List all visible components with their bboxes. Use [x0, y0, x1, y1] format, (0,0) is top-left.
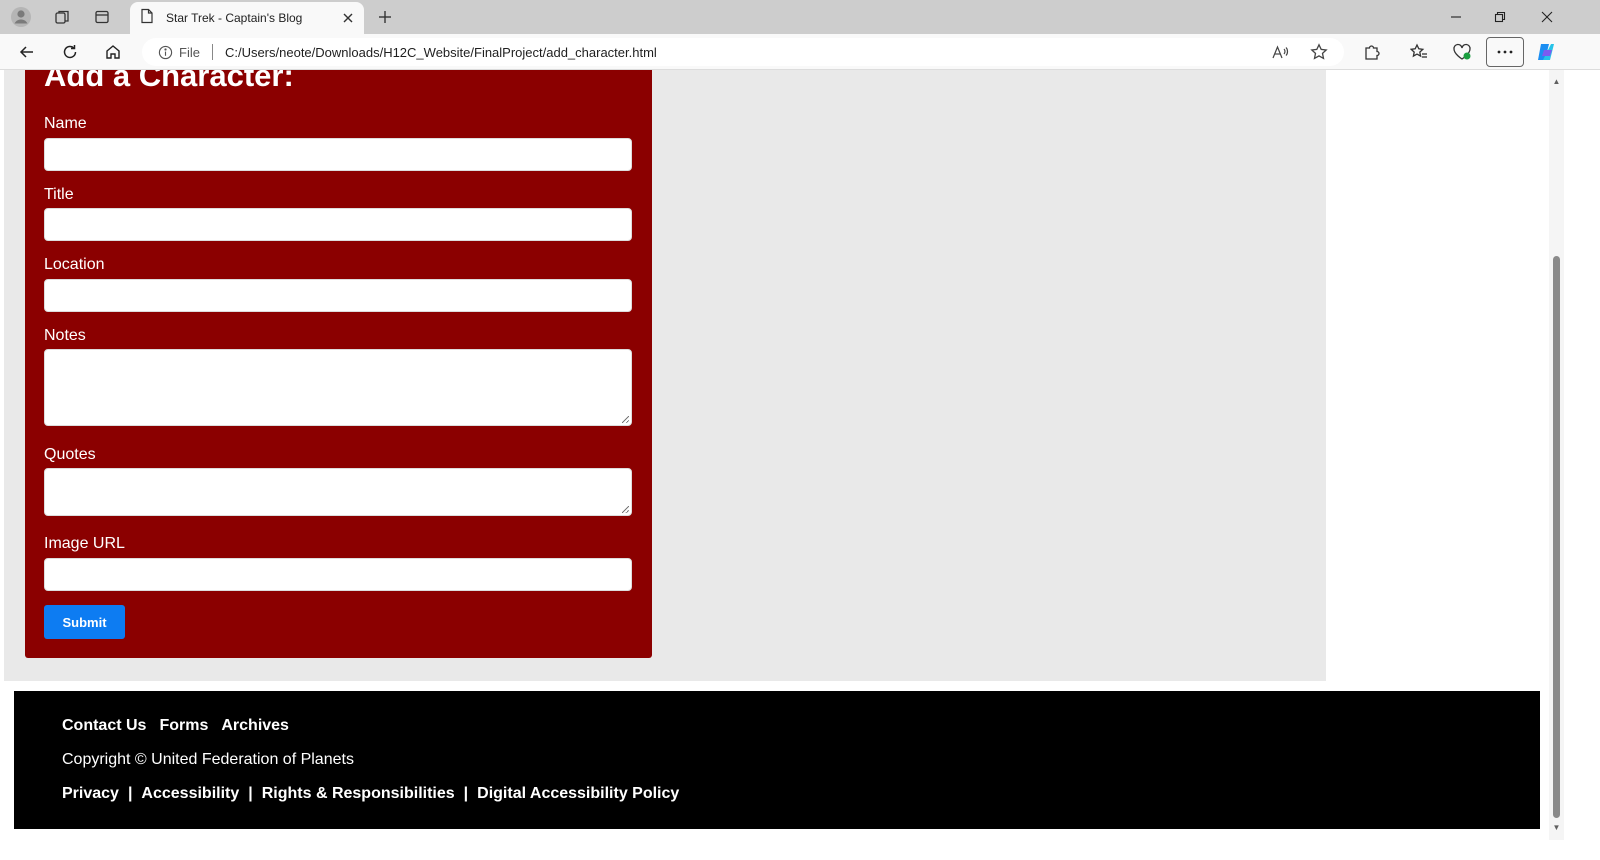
read-aloud-icon[interactable]	[1268, 40, 1292, 64]
browser-toolbar: File C:/Users/neote/Downloads/H12C_Websi…	[0, 34, 1600, 70]
title-label: Title	[44, 186, 74, 203]
quotes-textarea[interactable]	[44, 468, 632, 516]
more-options-icon[interactable]	[1486, 37, 1524, 67]
active-tab[interactable]: Star Trek - Captain's Blog	[130, 2, 364, 34]
policy-separator: |	[248, 785, 253, 802]
policy-links: Privacy | Accessibility | Rights & Respo…	[62, 785, 679, 803]
favorites-icon[interactable]	[1406, 40, 1432, 64]
footer-link-forms[interactable]: Forms	[159, 717, 208, 735]
add-character-form: Add a Character: Name Title Location Not…	[25, 70, 652, 658]
quotes-label: Quotes	[44, 446, 96, 463]
copyright-text: Copyright © United Federation of Planets	[62, 751, 354, 768]
url-text[interactable]: C:/Users/neote/Downloads/H12C_Website/Fi…	[225, 45, 657, 60]
notes-textarea[interactable]	[44, 349, 632, 426]
home-icon[interactable]	[100, 40, 126, 64]
profile-icon[interactable]	[8, 5, 34, 29]
restore-icon[interactable]	[1478, 0, 1522, 34]
new-tab-icon[interactable]	[374, 7, 396, 27]
address-prefix: File	[179, 44, 200, 60]
main-content: Add a Character: Name Title Location Not…	[4, 70, 1326, 681]
footer-link-archives[interactable]: Archives	[221, 717, 289, 735]
extensions-icon[interactable]	[1359, 40, 1385, 64]
image-url-label: Image URL	[44, 535, 125, 552]
vertical-tabs-icon[interactable]	[90, 6, 114, 28]
notes-label: Notes	[44, 327, 86, 344]
resize-handle-icon[interactable]	[622, 416, 629, 423]
location-input[interactable]	[44, 279, 632, 312]
footer-nav: Contact Us Forms Archives	[62, 717, 289, 735]
close-window-icon[interactable]	[1525, 0, 1569, 34]
footer-link-contact[interactable]: Contact Us	[62, 717, 146, 735]
address-divider	[211, 44, 213, 60]
favorite-star-icon[interactable]	[1306, 40, 1332, 64]
policy-link-accessibility[interactable]: Accessibility	[141, 785, 239, 803]
policy-link-rights[interactable]: Rights & Responsibilities	[262, 785, 455, 803]
browser-essentials-icon[interactable]	[1449, 40, 1475, 64]
back-icon[interactable]	[14, 40, 40, 64]
policy-separator: |	[127, 785, 133, 802]
collections-icon[interactable]	[50, 6, 74, 28]
location-label: Location	[44, 256, 105, 273]
policy-link-digital-accessibility[interactable]: Digital Accessibility Policy	[477, 785, 679, 803]
minimize-icon[interactable]	[1434, 0, 1478, 34]
site-footer: Contact Us Forms Archives Copyright © Un…	[14, 691, 1540, 829]
tab-strip: Star Trek - Captain's Blog	[0, 0, 1600, 34]
image-url-input[interactable]	[44, 558, 632, 591]
policy-link-privacy[interactable]: Privacy	[62, 785, 119, 803]
resize-handle-icon[interactable]	[622, 506, 629, 513]
form-heading: Add a Character:	[44, 70, 294, 93]
page-viewport: Add a Character: Name Title Location Not…	[0, 70, 1549, 860]
scroll-thumb[interactable]	[1553, 256, 1560, 818]
page-icon	[140, 8, 154, 29]
refresh-icon[interactable]	[57, 40, 83, 64]
policy-separator: |	[463, 785, 469, 802]
address-bar[interactable]: File C:/Users/neote/Downloads/H12C_Websi…	[142, 38, 1344, 66]
scroll-down-icon[interactable]: ▼	[1549, 820, 1564, 834]
vertical-scrollbar[interactable]: ▲ ▼	[1549, 70, 1564, 840]
scroll-up-icon[interactable]: ▲	[1549, 74, 1564, 88]
title-input[interactable]	[44, 208, 632, 241]
info-icon[interactable]	[158, 45, 173, 60]
submit-button[interactable]: Submit	[44, 605, 125, 639]
name-label: Name	[44, 115, 87, 132]
name-input[interactable]	[44, 138, 632, 171]
close-tab-icon[interactable]	[342, 12, 354, 24]
copilot-icon[interactable]	[1533, 40, 1559, 64]
tab-title: Star Trek - Captain's Blog	[166, 11, 303, 25]
